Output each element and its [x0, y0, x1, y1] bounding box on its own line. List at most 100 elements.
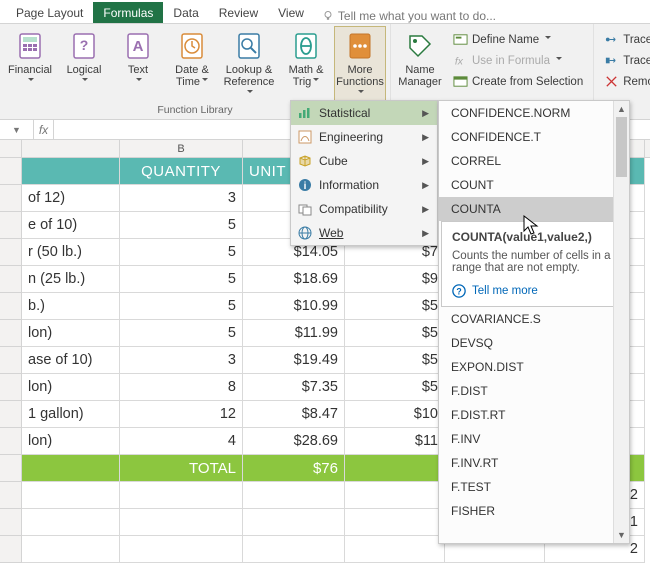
- cell[interactable]: of 12): [22, 185, 120, 212]
- header-quantity[interactable]: QUANTITY: [120, 158, 243, 185]
- cell[interactable]: 5: [120, 320, 243, 347]
- cell[interactable]: $10: [345, 401, 445, 428]
- tab-formulas[interactable]: Formulas: [93, 2, 163, 23]
- function-item[interactable]: DEVSQ: [439, 331, 629, 355]
- function-item[interactable]: CORREL: [439, 149, 629, 173]
- cell[interactable]: $5: [345, 320, 445, 347]
- function-item[interactable]: EXPON.DIST: [439, 355, 629, 379]
- function-item[interactable]: F.DIST.RT: [439, 403, 629, 427]
- cell[interactable]: 8: [120, 374, 243, 401]
- cell[interactable]: 3: [120, 185, 243, 212]
- tooltip-signature: COUNTA(value1,value2,): [452, 230, 616, 244]
- trace-dependents-button[interactable]: Trace Depe: [598, 51, 650, 70]
- cell[interactable]: ase of 10): [22, 347, 120, 374]
- cell[interactable]: 1 gallon): [22, 401, 120, 428]
- trace-precedents-button[interactable]: Trace Prece: [598, 30, 650, 49]
- select-all-corner[interactable]: [0, 140, 22, 157]
- tag-icon: [404, 30, 436, 62]
- use-in-formula-button[interactable]: fxUse in Formula: [447, 51, 589, 70]
- stats-icon: [297, 105, 313, 121]
- cell[interactable]: n (25 lb.): [22, 266, 120, 293]
- menu-web[interactable]: Web▶: [291, 221, 437, 245]
- scroll-thumb[interactable]: [616, 117, 627, 177]
- cell[interactable]: 5: [120, 293, 243, 320]
- cell[interactable]: $5: [345, 374, 445, 401]
- function-item[interactable]: COUNT: [439, 173, 629, 197]
- total-value[interactable]: $76: [243, 455, 345, 482]
- cell[interactable]: 3: [120, 347, 243, 374]
- lookup-button[interactable]: Lookup & Reference: [220, 26, 278, 102]
- tell-me-text: Tell me what you want to do...: [338, 9, 496, 23]
- function-item[interactable]: F.INV: [439, 427, 629, 451]
- cell[interactable]: b.): [22, 293, 120, 320]
- cell[interactable]: 4: [120, 428, 243, 455]
- cell[interactable]: 5: [120, 239, 243, 266]
- cell[interactable]: 5: [120, 212, 243, 239]
- cell[interactable]: 12: [120, 401, 243, 428]
- tab-data[interactable]: Data: [163, 2, 208, 23]
- compat-icon: [297, 201, 313, 217]
- function-item[interactable]: F.TEST: [439, 475, 629, 499]
- trace-dep-icon: [604, 53, 619, 68]
- fx-label[interactable]: fx: [34, 120, 54, 139]
- menu-engineering[interactable]: Engineering▶: [291, 125, 437, 149]
- tab-view[interactable]: View: [268, 2, 314, 23]
- total-label[interactable]: TOTAL: [120, 455, 243, 482]
- text-button[interactable]: A Text: [112, 26, 164, 102]
- function-item[interactable]: COVARIANCE.S: [439, 307, 629, 331]
- cell[interactable]: $11.99: [243, 320, 345, 347]
- cell[interactable]: $9: [345, 266, 445, 293]
- svg-text:?: ?: [80, 37, 89, 53]
- tab-review[interactable]: Review: [209, 2, 268, 23]
- math-button[interactable]: Math & Trig: [280, 26, 332, 102]
- function-item[interactable]: FISHER: [439, 499, 629, 523]
- name-box[interactable]: ▼: [0, 120, 34, 139]
- cell[interactable]: lon): [22, 428, 120, 455]
- function-item[interactable]: CONFIDENCE.NORM: [439, 101, 629, 125]
- cell[interactable]: $5: [345, 347, 445, 374]
- date-time-button[interactable]: Date & Time: [166, 26, 218, 102]
- tab-page-layout[interactable]: Page Layout: [6, 2, 93, 23]
- col-header-a[interactable]: [22, 140, 120, 157]
- menu-information[interactable]: iInformation▶: [291, 173, 437, 197]
- logical-button[interactable]: ? Logical: [58, 26, 110, 102]
- function-item[interactable]: CONFIDENCE.T: [439, 125, 629, 149]
- cell[interactable]: 5: [120, 266, 243, 293]
- cell[interactable]: lon): [22, 320, 120, 347]
- cell[interactable]: $19.49: [243, 347, 345, 374]
- tell-me-search[interactable]: Tell me what you want to do...: [322, 9, 496, 23]
- menu-statistical[interactable]: Statistical▶: [291, 101, 437, 125]
- remove-arrows-button[interactable]: Remove Ar: [598, 72, 650, 91]
- define-name-button[interactable]: Define Name: [447, 30, 589, 49]
- function-library-label: Function Library: [157, 102, 232, 119]
- tooltip-description: Counts the number of cells in a range th…: [452, 250, 616, 274]
- cell[interactable]: $28.69: [243, 428, 345, 455]
- total-cell[interactable]: [22, 455, 120, 482]
- list-scrollbar[interactable]: ▲ ▼: [613, 101, 629, 543]
- function-item[interactable]: F.INV.RT: [439, 451, 629, 475]
- financial-button[interactable]: Financial: [4, 26, 56, 102]
- more-functions-button[interactable]: More Functions: [334, 26, 386, 102]
- create-from-selection-button[interactable]: Create from Selection: [447, 72, 589, 91]
- col-header-b[interactable]: B: [120, 140, 243, 157]
- menu-compatibility[interactable]: Compatibility▶: [291, 197, 437, 221]
- tell-me-more-link[interactable]: ? Tell me more: [452, 284, 616, 298]
- cell[interactable]: $11: [345, 428, 445, 455]
- cell[interactable]: $10.99: [243, 293, 345, 320]
- header-cell[interactable]: [22, 158, 120, 185]
- function-item[interactable]: F.DIST: [439, 379, 629, 403]
- cell[interactable]: $8.47: [243, 401, 345, 428]
- function-item[interactable]: COUNTA: [439, 197, 629, 221]
- name-manager-button[interactable]: Name Manager: [395, 26, 445, 102]
- cell[interactable]: $18.69: [243, 266, 345, 293]
- scroll-down-button[interactable]: ▼: [614, 527, 629, 543]
- menu-cube[interactable]: Cube▶: [291, 149, 437, 173]
- cell[interactable]: lon): [22, 374, 120, 401]
- total-cell[interactable]: [345, 455, 445, 482]
- cell[interactable]: $5: [345, 293, 445, 320]
- scroll-up-button[interactable]: ▲: [614, 101, 629, 117]
- define-name-icon: [453, 32, 468, 47]
- cell[interactable]: r (50 lb.): [22, 239, 120, 266]
- cell[interactable]: $7.35: [243, 374, 345, 401]
- cell[interactable]: e of 10): [22, 212, 120, 239]
